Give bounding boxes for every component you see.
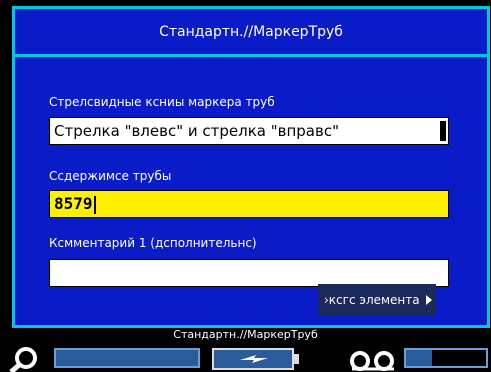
select-scroll-indicator[interactable] bbox=[440, 121, 446, 141]
contents-input[interactable]: 8579 bbox=[49, 190, 449, 218]
magnifier-icon bbox=[9, 347, 37, 372]
label-printer-screen: Стандартн.//МаркерТруб Стрелсвидные ксни… bbox=[0, 0, 491, 372]
text-cursor bbox=[93, 195, 96, 214]
tape-supply-fill bbox=[406, 350, 432, 366]
battery-indicator bbox=[212, 348, 294, 370]
next-element-label: ›ксгс элемента bbox=[324, 293, 420, 307]
main-panel: Стандартн.//МаркерТруб Стрелсвидные ксни… bbox=[12, 6, 490, 328]
battery-tip bbox=[294, 354, 299, 364]
contents-label: Ссдержимсе трубы bbox=[49, 169, 172, 183]
page-title: Стандартн.//МаркерТруб bbox=[15, 9, 487, 57]
tape-supply-bar bbox=[404, 348, 488, 368]
contents-input-value: 8579 bbox=[54, 194, 93, 213]
arrows-select-value: Стрелка "влевс" и стрелка "вправс" bbox=[54, 122, 339, 140]
right-arrow-icon bbox=[426, 295, 432, 305]
zoom-level-bar bbox=[54, 348, 200, 368]
tape-reels-icon bbox=[350, 351, 394, 371]
status-title: Стандартн.//МаркерТруб bbox=[173, 328, 318, 341]
next-element-button[interactable]: ›ксгс элемента bbox=[318, 284, 436, 316]
comment-input[interactable] bbox=[49, 259, 449, 287]
arrows-select[interactable]: Стрелка "влевс" и стрелка "вправс" bbox=[49, 117, 449, 145]
comment-label: Ксмментарий 1 (дсполнительнс) bbox=[49, 236, 257, 250]
charging-bolt-icon bbox=[240, 355, 268, 363]
arrows-label: Стрелсвидные ксниы маркера труб bbox=[49, 95, 275, 109]
